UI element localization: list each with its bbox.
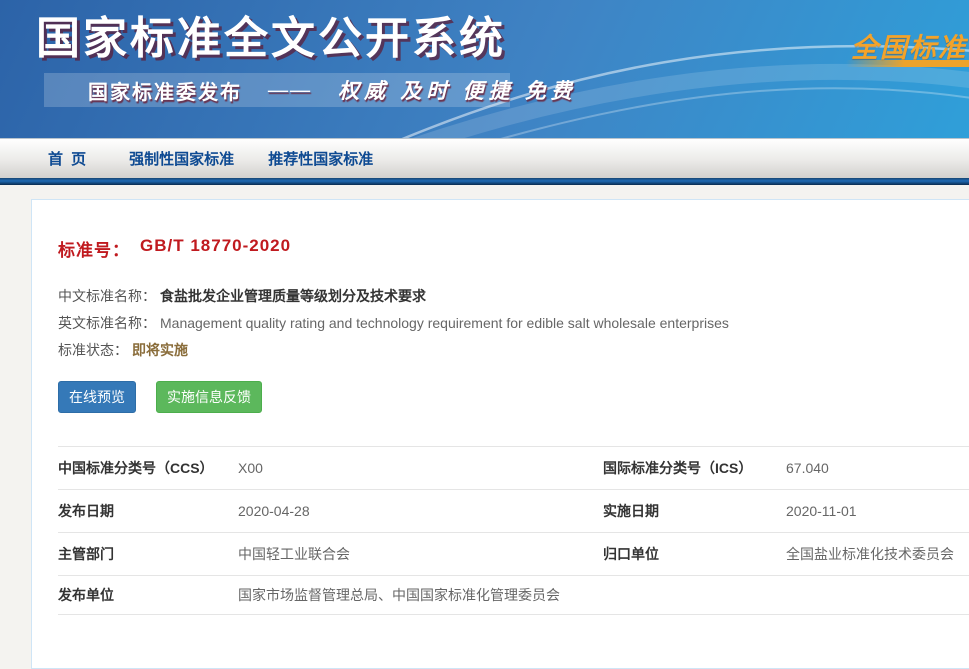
cn-name-label: 中文标准名称：: [58, 286, 156, 306]
publisher-text: 国家标准委发布: [88, 76, 242, 105]
en-name-row: 英文标准名称： Management quality rating and te…: [58, 309, 729, 336]
status-label: 标准状态：: [58, 340, 128, 360]
page-title: 国家标准全文公开系统: [36, 2, 506, 66]
gold-underline: [846, 60, 969, 67]
en-name-value: Management quality rating and technology…: [160, 315, 729, 331]
nav-item-mandatory-standards[interactable]: 强制性国家标准: [129, 148, 234, 169]
standard-fields: 中文标准名称： 食盐批发企业管理质量等级划分及技术要求 英文标准名称： Mana…: [58, 282, 729, 363]
site-banner: 国家标准全文公开系统 国家标准委发布 —— 权威 及时 便捷 免费 全国标准信息: [0, 0, 969, 138]
field-label: 发布日期: [58, 501, 238, 521]
field-value: 2020-04-28: [238, 503, 603, 519]
nav-bottom-bar: [0, 178, 969, 185]
standard-number-value: GB/T 18770-2020: [140, 236, 291, 261]
status-row: 标准状态： 即将实施: [58, 336, 729, 363]
table-row: 中国标准分类号（CCS） X00 国际标准分类号（ICS） 67.040: [58, 446, 969, 489]
dash-separator: ——: [268, 79, 312, 102]
content-panel: 标准号： GB/T 18770-2020 中文标准名称： 食盐批发企业管理质量等…: [31, 199, 969, 669]
action-buttons: 在线预览 实施信息反馈: [58, 381, 262, 413]
nav-item-home[interactable]: 首 页: [48, 148, 88, 169]
en-name-label: 英文标准名称：: [58, 313, 156, 333]
publisher-strip: 国家标准委发布 —— 权威 及时 便捷 免费: [44, 73, 510, 107]
cn-name-row: 中文标准名称： 食盐批发企业管理质量等级划分及技术要求: [58, 282, 729, 309]
field-label: 实施日期: [603, 501, 786, 521]
field-value: 中国轻工业联合会: [238, 544, 603, 564]
field-value: 67.040: [786, 460, 969, 476]
standard-number-heading: 标准号： GB/T 18770-2020: [58, 236, 291, 261]
standard-number-label: 标准号：: [58, 236, 130, 261]
field-label: 发布单位: [58, 585, 238, 605]
field-value: 2020-11-01: [786, 503, 969, 519]
cn-name-value: 食盐批发企业管理质量等级划分及技术要求: [160, 286, 426, 306]
nav-bar: 首 页 强制性国家标准 推荐性国家标准: [0, 138, 969, 178]
field-value: X00: [238, 460, 603, 476]
table-row: 发布日期 2020-04-28 实施日期 2020-11-01: [58, 489, 969, 532]
status-badge: 即将实施: [132, 340, 188, 360]
implementation-feedback-button[interactable]: 实施信息反馈: [156, 381, 262, 413]
field-value: 国家市场监督管理总局、中国国家标准化管理委员会: [238, 585, 969, 605]
table-row: 主管部门 中国轻工业联合会 归口单位 全国盐业标准化技术委员会: [58, 532, 969, 575]
field-value: 全国盐业标准化技术委员会: [786, 544, 969, 564]
slogan-text: 权威 及时 便捷 免费: [338, 75, 577, 105]
nav-item-recommended-standards[interactable]: 推荐性国家标准: [268, 148, 373, 169]
field-label: 归口单位: [603, 544, 786, 564]
field-label: 中国标准分类号（CCS）: [58, 458, 238, 478]
standard-info-table: 中国标准分类号（CCS） X00 国际标准分类号（ICS） 67.040 发布日…: [58, 446, 969, 615]
online-preview-button[interactable]: 在线预览: [58, 381, 136, 413]
table-row: 发布单位 国家市场监督管理总局、中国国家标准化管理委员会: [58, 575, 969, 615]
field-label: 主管部门: [58, 544, 238, 564]
field-label: 国际标准分类号（ICS）: [603, 458, 786, 478]
